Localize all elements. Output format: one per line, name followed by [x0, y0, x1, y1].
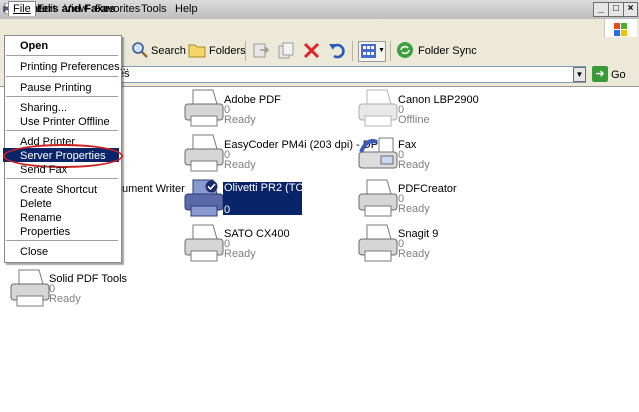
- menu-item-printing-preferences[interactable]: Printing Preferences...: [20, 61, 129, 73]
- toolbar-separator: [390, 41, 391, 61]
- go-button[interactable]: Go: [611, 69, 626, 81]
- printer-status: Ready: [224, 114, 256, 126]
- folders-icon[interactable]: [188, 42, 206, 58]
- menu-edit[interactable]: Edit: [37, 3, 56, 15]
- default-check-icon: [205, 180, 218, 193]
- printer-status: Ready: [398, 248, 430, 260]
- printer-icon: [184, 179, 224, 217]
- menu-item-send-fax[interactable]: Send Fax: [20, 164, 67, 176]
- printer-name[interactable]: Solid PDF Tools: [49, 273, 127, 285]
- toolbar-separator: [352, 41, 353, 61]
- menu-separator: [6, 178, 118, 179]
- printer-status: Ready: [224, 159, 256, 171]
- address-dropdown-icon[interactable]: ▼: [573, 67, 586, 82]
- menu-view[interactable]: View: [64, 3, 88, 15]
- delete-icon[interactable]: [303, 42, 320, 59]
- menu-separator: [6, 96, 118, 97]
- menu-item-use-printer-offline[interactable]: Use Printer Offline: [20, 116, 110, 128]
- printer-status: Ready: [49, 293, 81, 305]
- menu-separator: [6, 130, 118, 131]
- undo-icon[interactable]: [328, 41, 346, 59]
- folder-sync-button[interactable]: Folder Sync: [418, 45, 477, 57]
- views-button[interactable]: ▼: [358, 41, 386, 62]
- menu-separator: [6, 76, 118, 77]
- toolbar-separator: [245, 41, 246, 61]
- menu-item-create-shortcut[interactable]: Create Shortcut: [20, 184, 97, 196]
- address-field[interactable]: [118, 66, 586, 83]
- search-icon[interactable]: [131, 41, 149, 59]
- menu-item-open[interactable]: Open: [20, 40, 48, 52]
- menu-tools[interactable]: Tools: [141, 3, 167, 15]
- printer-status: Ready: [224, 248, 256, 260]
- printer-icon: [358, 89, 398, 127]
- printer-status: Ready: [398, 203, 430, 215]
- printer-name[interactable]: Adobe PDF: [224, 94, 281, 106]
- folder-sync-icon[interactable]: [396, 41, 414, 59]
- menu-item-properties[interactable]: Properties: [20, 226, 70, 238]
- printer-status: Ready: [398, 159, 430, 171]
- menu-separator: [6, 240, 118, 241]
- printer-icon: [184, 89, 224, 127]
- printer-name[interactable]: Canon LBP2900: [398, 94, 479, 106]
- menu-item-sharing[interactable]: Sharing...: [20, 102, 67, 114]
- menu-item-close[interactable]: Close: [20, 246, 48, 258]
- menu-favorites[interactable]: Favorites: [95, 3, 140, 15]
- close-button[interactable]: ×: [623, 2, 638, 17]
- printer-icon: [358, 224, 398, 262]
- menu-item-rename[interactable]: Rename: [20, 212, 62, 224]
- menu-file[interactable]: File: [8, 1, 36, 16]
- printer-status: Offline: [398, 114, 430, 126]
- copy-to-icon[interactable]: [277, 42, 295, 59]
- go-arrow-icon[interactable]: ➜: [592, 66, 608, 82]
- search-button[interactable]: Search: [151, 45, 186, 57]
- printer-icon: [184, 224, 224, 262]
- printer-name[interactable]: ument Writer: [122, 183, 185, 195]
- fax-icon: [358, 137, 398, 169]
- menu-item-pause-printing[interactable]: Pause Printing: [20, 82, 92, 94]
- folders-button[interactable]: Folders: [209, 45, 246, 57]
- maximize-button[interactable]: □: [608, 2, 624, 17]
- printer-count: 0: [224, 204, 231, 216]
- printer-icon: [184, 134, 224, 172]
- printer-name[interactable]: PDFCreator: [398, 183, 457, 195]
- views-icon: [361, 44, 376, 58]
- menu-item-delete[interactable]: Delete: [20, 198, 52, 210]
- selection-highlight: [223, 193, 302, 215]
- minimize-button[interactable]: _: [593, 2, 609, 17]
- move-to-icon[interactable]: [252, 42, 270, 59]
- printer-name[interactable]: SATO CX400: [224, 228, 290, 240]
- chevron-down-icon: ▼: [378, 47, 385, 54]
- printer-icon: [358, 179, 398, 217]
- menu-help[interactable]: Help: [175, 3, 198, 15]
- printer-icon: [10, 269, 50, 307]
- menu-separator: [6, 55, 118, 56]
